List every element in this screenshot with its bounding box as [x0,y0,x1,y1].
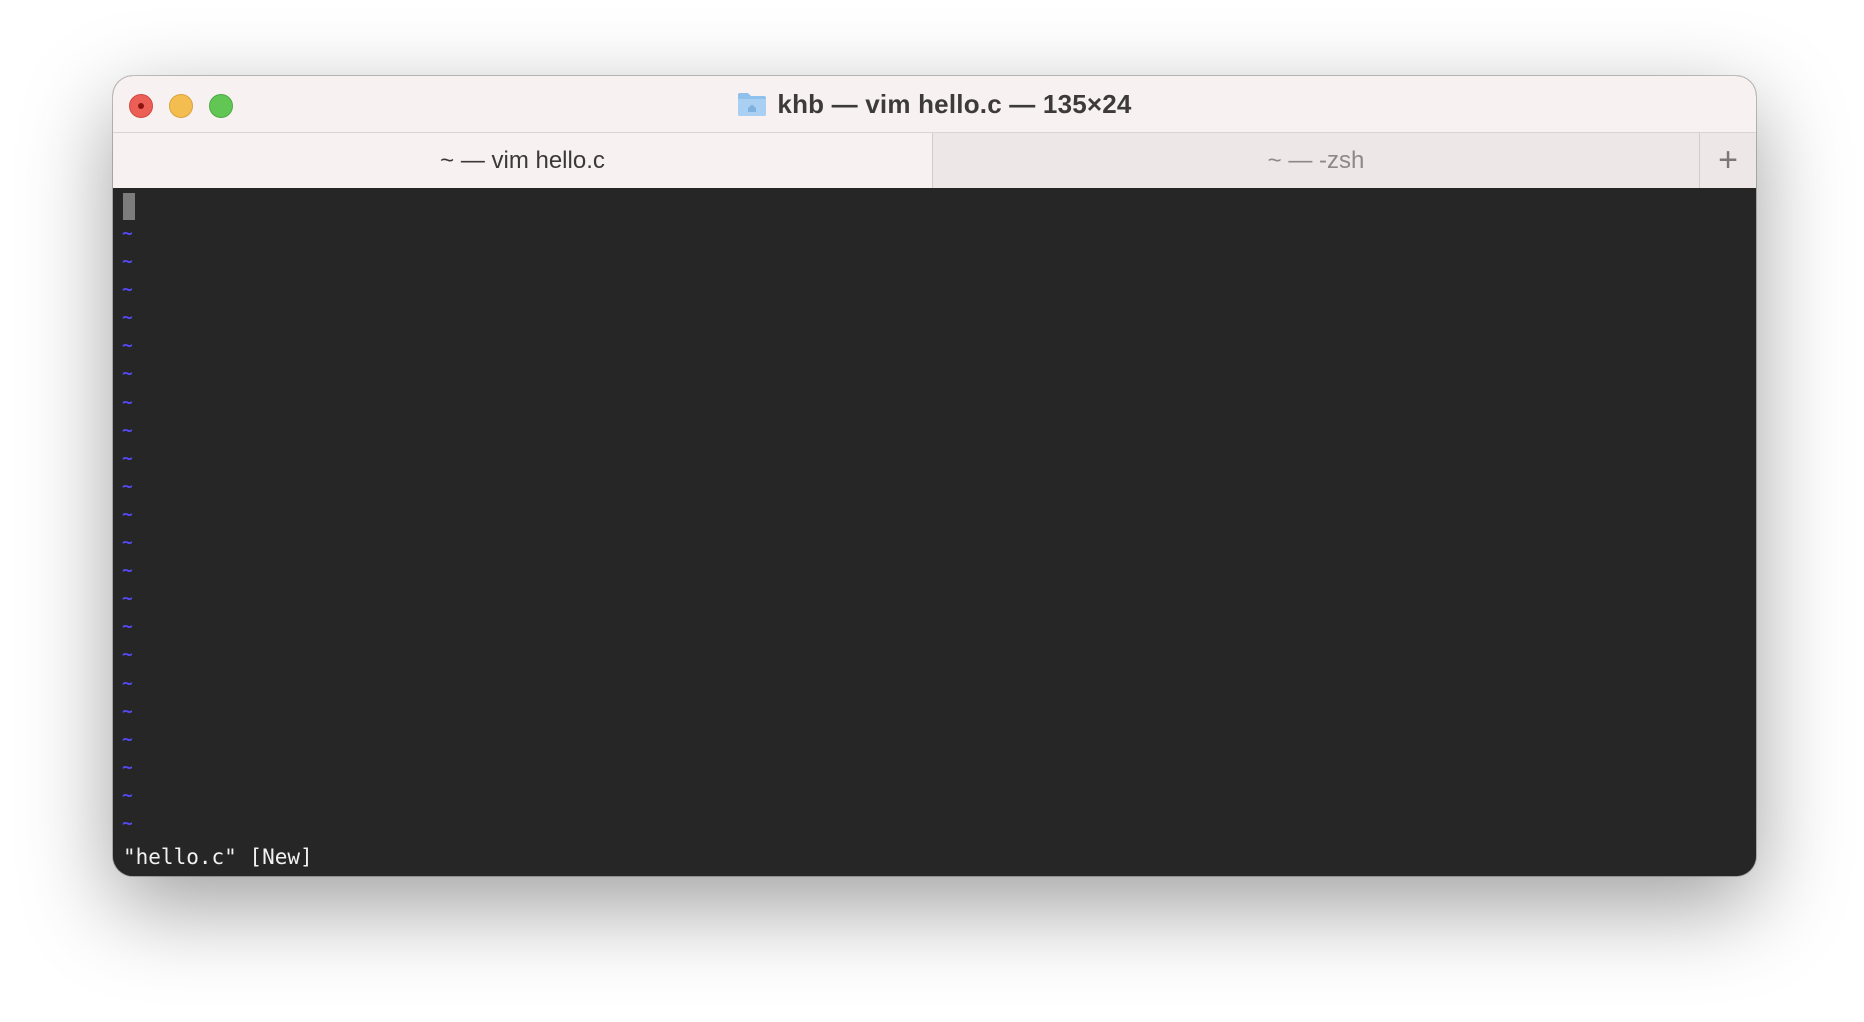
title-container: khb — vim hello.c — 135×24 [113,76,1756,132]
new-tab-button[interactable]: + [1700,133,1756,188]
tilde-line: ~ [122,419,133,441]
vim-status-line: "hello.c" [New] [123,845,313,869]
tilde-line: ~ [122,363,133,385]
tilde-line: ~ [122,644,133,666]
tilde-line: ~ [122,475,133,497]
tilde-line: ~ [122,223,133,244]
tilde-line: ~ [122,532,133,554]
tilde-line: ~ [122,812,133,834]
title-bar[interactable]: khb — vim hello.c — 135×24 [113,76,1756,132]
text-cursor [123,193,135,220]
tilde-line: ~ [122,728,133,750]
tilde-line: ~ [122,672,133,694]
tilde-line: ~ [122,503,133,525]
tilde-line: ~ [122,756,133,778]
tilde-line: ~ [122,391,133,413]
terminal-window: khb — vim hello.c — 135×24 ~ — vim hello… [113,76,1756,876]
tilde-line: ~ [122,447,133,469]
tab-vim-hello[interactable]: ~ — vim hello.c [113,133,933,188]
tab-bar: ~ — vim hello.c ~ — -zsh + [113,132,1756,188]
tilde-line: ~ [122,279,133,301]
tilde-line: ~ [122,700,133,722]
tilde-line: ~ [122,251,133,273]
terminal-content[interactable]: ~ ~ ~ ~ ~ ~ ~ ~ ~ ~ ~ ~ ~ ~ ~ ~ ~ ~ ~ ~ … [113,188,1756,876]
tilde-line: ~ [122,588,133,610]
tilde-line: ~ [122,560,133,582]
tilde-line: ~ [122,307,133,329]
tilde-line: ~ [122,616,133,638]
tilde-line: ~ [122,784,133,806]
home-folder-icon [737,91,767,117]
tilde-line: ~ [122,335,133,357]
window-title: khb — vim hello.c — 135×24 [777,88,1132,119]
empty-line-markers: ~ ~ ~ ~ ~ ~ ~ ~ ~ ~ ~ ~ ~ ~ ~ ~ ~ ~ ~ ~ … [122,220,133,838]
tab-zsh[interactable]: ~ — -zsh [933,133,1700,188]
